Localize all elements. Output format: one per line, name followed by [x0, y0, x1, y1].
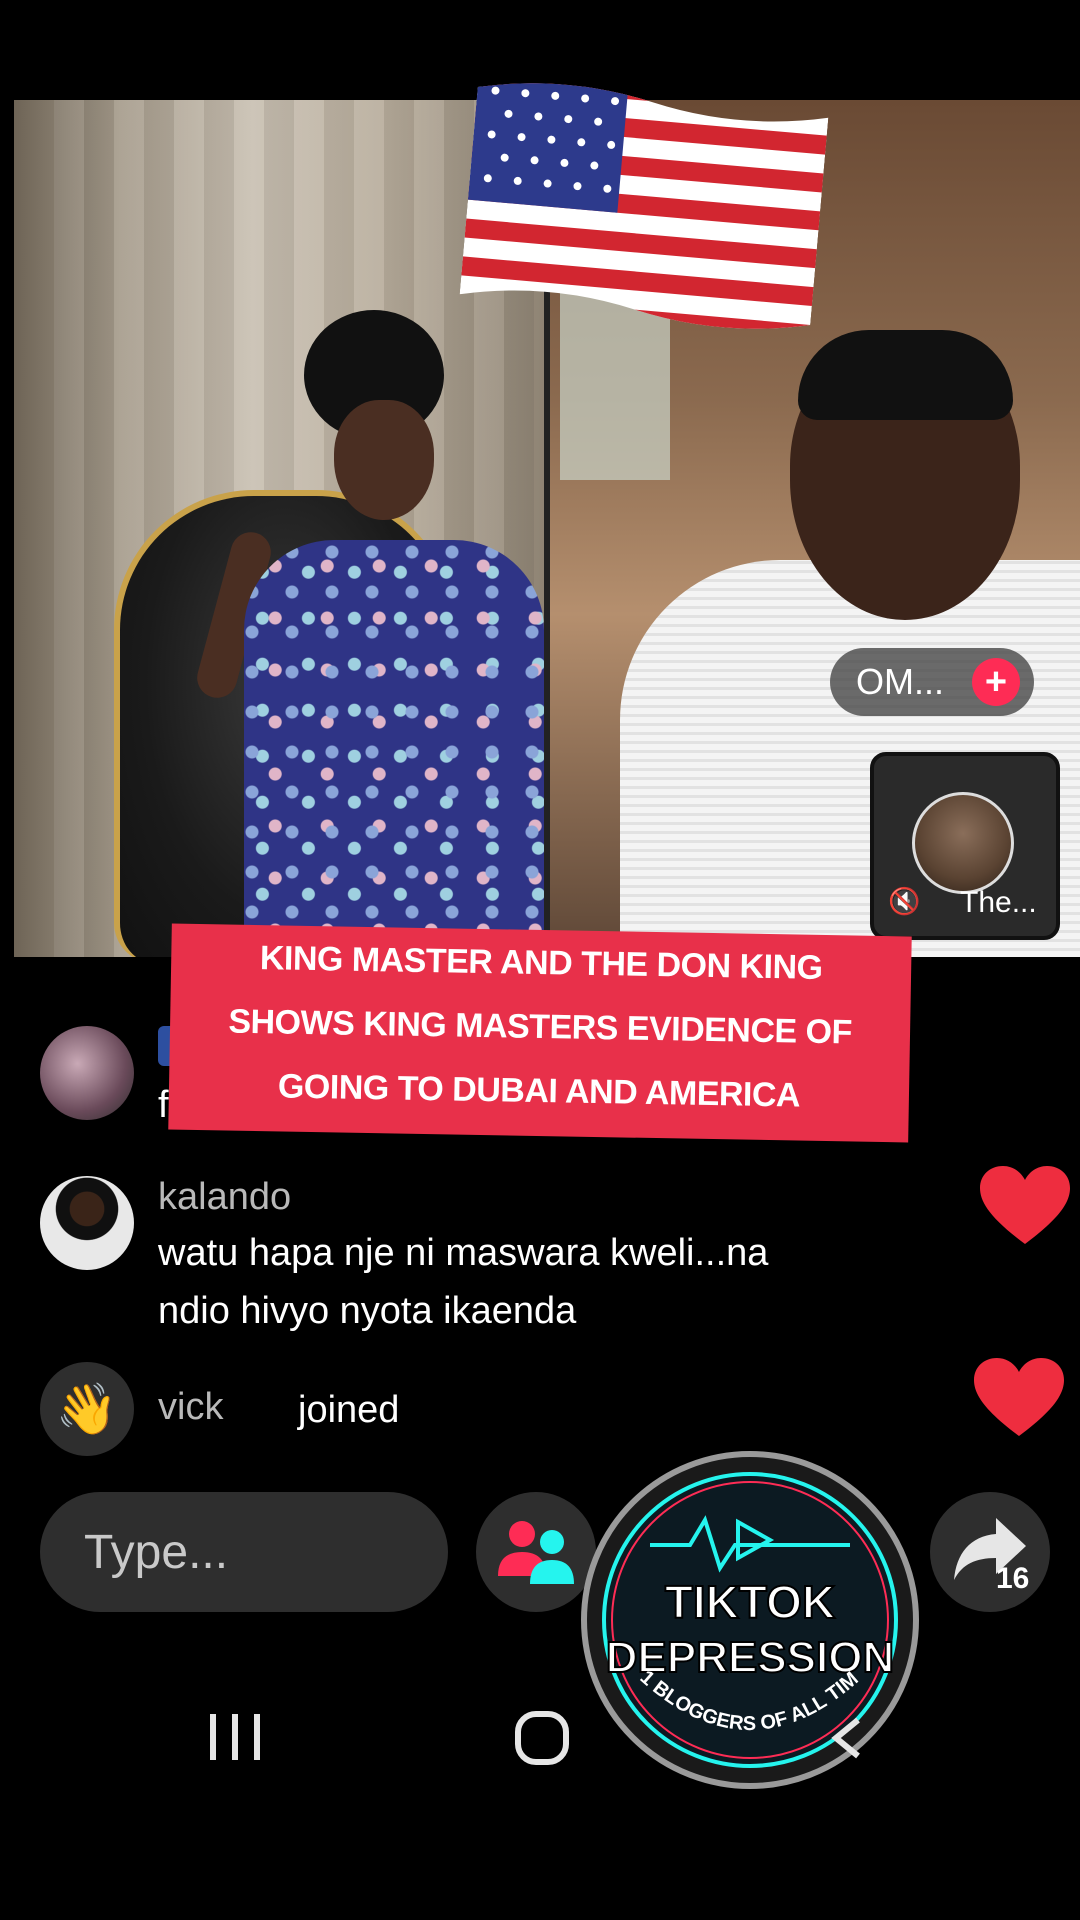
us-flag-icon: [458, 77, 830, 335]
watermark-line-1: TIKTOK: [665, 1576, 835, 1628]
heart-icon: [980, 1166, 1070, 1244]
share-count: 16: [996, 1562, 1030, 1595]
host-dress: [244, 540, 544, 957]
caption-line-1: KING MASTER AND THE DON KING: [259, 939, 823, 987]
host-face: [334, 400, 434, 520]
commenter-avatar: [40, 1026, 134, 1120]
people-icon: [498, 1521, 574, 1584]
back-icon[interactable]: [826, 1716, 870, 1760]
guest-avatar: [912, 792, 1014, 894]
joined-action: joined: [298, 1389, 400, 1431]
heart-icon: [974, 1358, 1064, 1436]
wave-icon: 👋: [40, 1362, 134, 1456]
caption-line-2: SHOWS KING MASTERS EVIDENCE OF: [228, 1002, 853, 1052]
guest-name-pill[interactable]: OM... +: [830, 648, 1034, 716]
comment-text-line-1: watu hapa nje ni maswara kweli...na: [158, 1232, 769, 1274]
recent-apps-icon[interactable]: [208, 1712, 262, 1762]
caption-banner: KING MASTER AND THE DON KING SHOWS KING …: [168, 923, 912, 1143]
home-icon[interactable]: [514, 1710, 570, 1766]
share-button[interactable]: [930, 1492, 1050, 1612]
guest-hair: [798, 330, 1013, 420]
joined-username[interactable]: vick: [158, 1386, 223, 1429]
mute-icon: 🔇: [888, 886, 921, 916]
guest-mini-tile[interactable]: 🔇 The...: [870, 752, 1060, 940]
guests-button[interactable]: [476, 1492, 596, 1612]
guest-name: OM...: [856, 661, 944, 702]
comment-username[interactable]: kalando: [158, 1176, 291, 1219]
commenter-avatar: [40, 1176, 134, 1270]
mini-tile-label: The...: [960, 886, 1037, 919]
caption-line-3: GOING TO DUBAI AND AMERICA: [277, 1067, 801, 1115]
comment-text-line-2: ndio hivyo nyota ikaenda: [158, 1290, 577, 1332]
plus-icon[interactable]: +: [972, 658, 1020, 706]
comment-input[interactable]: [40, 1492, 448, 1612]
